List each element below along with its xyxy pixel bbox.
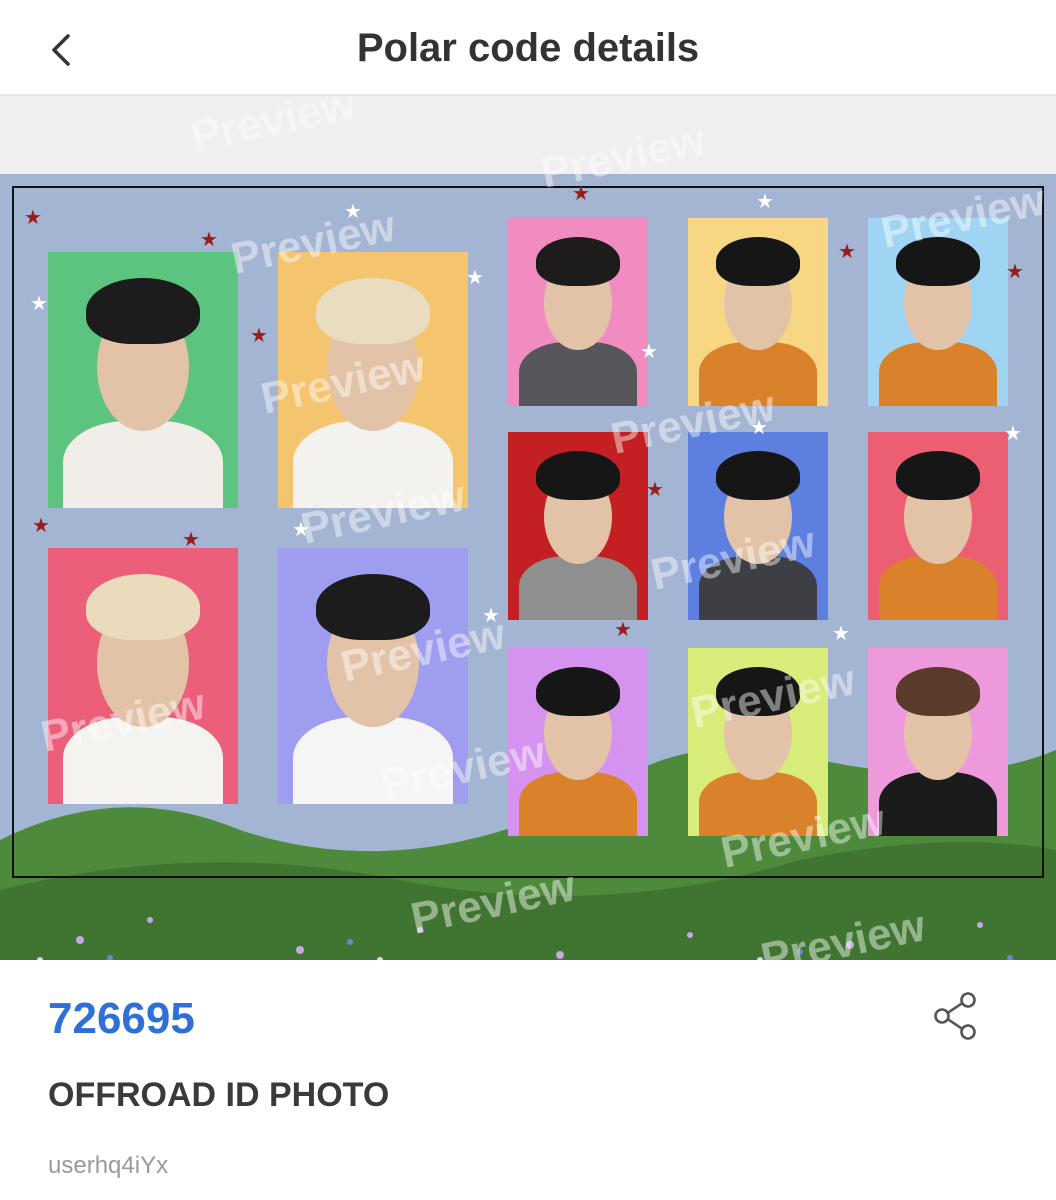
portrait-torso — [879, 556, 997, 620]
photocard-tile — [688, 218, 828, 406]
portrait-torso — [879, 342, 997, 406]
polar-card-image[interactable]: ★ ★ ★ ★ ★ ★ ★ ★ ★ ★ ★ ★ ★ ★ ★ ★ ★ ★ ★ ★ — [0, 174, 1056, 960]
white-star-icon: ★ — [640, 341, 658, 363]
share-button[interactable] — [930, 990, 982, 1042]
portrait-torso — [699, 772, 817, 836]
portrait-torso — [519, 556, 637, 620]
red-star-icon: ★ — [24, 207, 42, 229]
portrait-torso — [293, 716, 453, 804]
white-star-icon: ★ — [482, 605, 500, 627]
page-title: Polar code details — [356, 26, 700, 70]
photocard-tile — [48, 548, 238, 804]
portrait-hair — [316, 573, 430, 641]
white-star-icon: ★ — [292, 519, 310, 541]
portrait-hair — [536, 450, 620, 500]
photocard-tile — [508, 648, 648, 836]
photocard-tile — [278, 548, 468, 804]
white-star-icon: ★ — [832, 623, 850, 645]
red-star-icon: ★ — [614, 619, 632, 641]
photo-set-name: OFFROAD ID PHOTO — [48, 1076, 390, 1114]
portrait-hair — [716, 236, 800, 286]
photocard-tile — [48, 252, 238, 508]
photocard-tile — [688, 432, 828, 620]
photocard-tile — [868, 432, 1008, 620]
photocard-tile — [688, 648, 828, 836]
red-star-icon: ★ — [182, 529, 200, 551]
portrait-torso — [879, 772, 997, 836]
top-bar: Polar code details — [0, 0, 1056, 96]
photocard-tile — [278, 252, 468, 508]
preview-watermark: Preview — [186, 96, 360, 162]
white-star-icon: ★ — [344, 201, 362, 223]
white-star-icon: ★ — [756, 191, 774, 213]
portrait-torso — [63, 420, 223, 508]
white-star-icon: ★ — [30, 293, 48, 315]
portrait-hair — [716, 666, 800, 716]
portrait-hair — [536, 666, 620, 716]
portrait-torso — [63, 716, 223, 804]
portrait-hair — [896, 450, 980, 500]
portrait-hair — [316, 277, 430, 345]
photocard-tile — [868, 218, 1008, 406]
portrait-torso — [293, 420, 453, 508]
white-star-icon: ★ — [466, 267, 484, 289]
portrait-hair — [896, 666, 980, 716]
portrait-torso — [699, 342, 817, 406]
red-star-icon: ★ — [32, 515, 50, 537]
portrait-hair — [536, 236, 620, 286]
portrait-hair — [86, 573, 200, 641]
white-star-icon: ★ — [750, 417, 768, 439]
portrait-hair — [896, 236, 980, 286]
share-icon — [934, 992, 976, 1040]
portrait-hair — [86, 277, 200, 345]
red-star-icon: ★ — [1006, 261, 1024, 283]
portrait-torso — [519, 772, 637, 836]
code-info-panel: 726695 OFFROAD ID PHOTO userhq4iYx — [0, 960, 1056, 1200]
portrait-torso — [519, 342, 637, 406]
photocard-tile — [868, 648, 1008, 836]
preview-area: ★ ★ ★ ★ ★ ★ ★ ★ ★ ★ ★ ★ ★ ★ ★ ★ ★ ★ ★ ★ … — [0, 96, 1056, 960]
red-star-icon: ★ — [200, 229, 218, 251]
polar-code-number[interactable]: 726695 — [48, 994, 195, 1044]
portrait-torso — [699, 556, 817, 620]
red-star-icon: ★ — [838, 241, 856, 263]
red-star-icon: ★ — [572, 183, 590, 205]
white-star-icon: ★ — [1004, 423, 1022, 445]
uploader-username[interactable]: userhq4iYx — [48, 1152, 168, 1180]
portrait-hair — [716, 450, 800, 500]
red-star-icon: ★ — [646, 479, 664, 501]
photocard-tile — [508, 432, 648, 620]
red-star-icon: ★ — [250, 325, 268, 347]
photocard-tile — [508, 218, 648, 406]
